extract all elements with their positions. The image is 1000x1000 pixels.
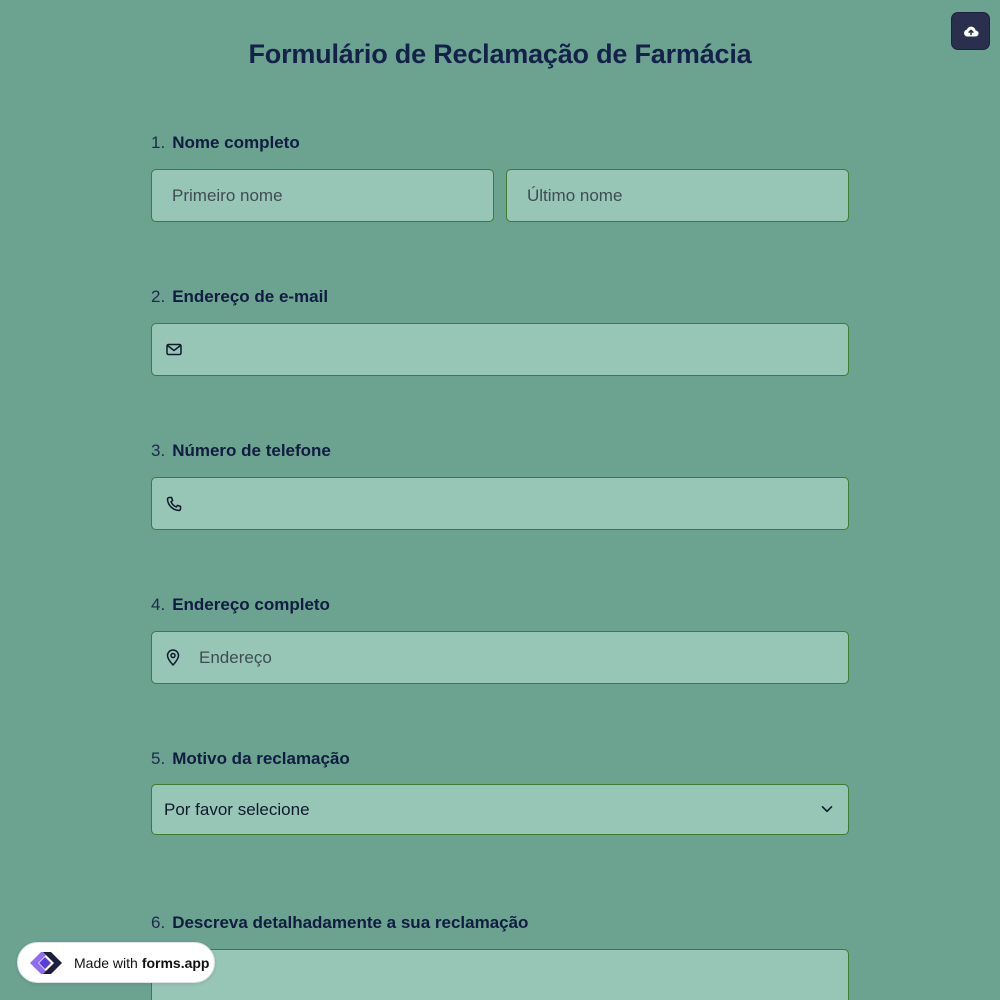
question-description: 6. Descreva detalhadamente a sua reclama… bbox=[151, 913, 849, 937]
mail-icon bbox=[166, 343, 182, 356]
description-textarea[interactable] bbox=[151, 949, 849, 1000]
question-title: Nome completo bbox=[172, 133, 300, 152]
question-phone: 3. Número de telefone bbox=[151, 441, 849, 465]
question-number: 1. bbox=[151, 133, 166, 152]
question-number: 2. bbox=[151, 287, 166, 306]
forms-app-logo-icon bbox=[27, 946, 67, 980]
question-number: 3. bbox=[151, 441, 166, 460]
question-label: 3. Número de telefone bbox=[151, 441, 849, 465]
email-field[interactable] bbox=[151, 323, 849, 376]
question-reason: 5. Motivo da reclamação bbox=[151, 749, 849, 773]
question-email: 2. Endereço de e-mail bbox=[151, 287, 849, 311]
reason-selected-value: Por favor selecione bbox=[164, 799, 310, 819]
first-name-input[interactable]: Primeiro nome bbox=[151, 169, 494, 222]
last-name-placeholder: Último nome bbox=[527, 185, 623, 205]
question-number: 4. bbox=[151, 595, 166, 614]
map-pin-icon bbox=[166, 649, 180, 666]
last-name-input[interactable]: Último nome bbox=[506, 169, 849, 222]
first-name-placeholder: Primeiro nome bbox=[172, 185, 283, 205]
made-with-badge[interactable]: Made with forms.app bbox=[17, 942, 215, 983]
address-placeholder: Endereço bbox=[199, 647, 272, 667]
question-title: Descreva detalhadamente a sua reclamação bbox=[172, 913, 529, 932]
phone-icon bbox=[166, 496, 182, 512]
question-title: Motivo da reclamação bbox=[172, 749, 350, 768]
form-title: Formulário de Reclamação de Farmácia bbox=[248, 39, 752, 69]
question-full-name: 1. Nome completo bbox=[151, 133, 849, 157]
phone-field[interactable] bbox=[151, 477, 849, 530]
form-page: Formulário de Reclamação de Farmácia 1. … bbox=[0, 0, 1000, 1000]
question-address: 4. Endereço completo bbox=[151, 595, 849, 619]
address-field[interactable]: Endereço bbox=[151, 631, 849, 684]
cloud-upload-icon bbox=[963, 25, 979, 37]
question-title: Número de telefone bbox=[172, 441, 331, 460]
made-with-text: Made with bbox=[74, 954, 138, 971]
question-label: 5. Motivo da reclamação bbox=[151, 749, 849, 773]
question-label: 1. Nome completo bbox=[151, 133, 849, 157]
question-number: 6. bbox=[151, 913, 166, 932]
question-label: 6. Descreva detalhadamente a sua reclama… bbox=[151, 913, 849, 937]
question-title: Endereço de e-mail bbox=[172, 287, 329, 306]
reason-select[interactable]: Por favor selecione bbox=[151, 784, 849, 835]
question-number: 5. bbox=[151, 749, 166, 768]
question-title: Endereço completo bbox=[172, 595, 330, 614]
question-label: 2. Endereço de e-mail bbox=[151, 287, 849, 311]
chevron-down-icon bbox=[820, 801, 834, 821]
question-label: 4. Endereço completo bbox=[151, 595, 849, 619]
brand-name: forms.app bbox=[141, 954, 210, 971]
